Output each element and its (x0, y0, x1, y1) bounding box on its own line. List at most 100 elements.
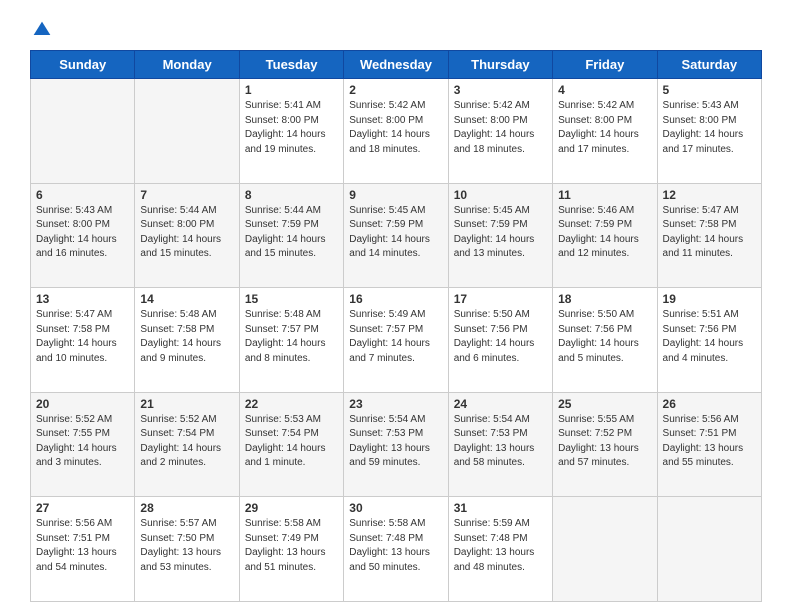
day-number: 3 (454, 83, 547, 97)
cal-cell-2-4: 9 Sunrise: 5:45 AM Sunset: 7:59 PM Daylig… (344, 183, 448, 288)
cell-info: Sunrise: 5:45 AM Sunset: 7:59 PM Dayligh… (349, 204, 442, 262)
cal-cell-5-4: 30Sunrise: 5:58 AM Sunset: 7:48 PM Dayli… (344, 497, 448, 602)
cell-info: Sunrise: 5:47 AM Sunset: 7:58 PM Dayligh… (663, 204, 756, 262)
cell-info: Sunrise: 5:44 AM Sunset: 8:00 PM Dayligh… (140, 204, 233, 262)
cal-cell-3-1: 13 Sunrise: 5:47 AM Sunset: 7:58 PM Dayli… (31, 288, 135, 393)
day-number: 12 (663, 188, 756, 202)
cell-info: Sunrise: 5:50 AM Sunset: 7:56 PM Dayligh… (558, 308, 651, 366)
day-number: 24 (454, 397, 547, 411)
cell-info: Sunrise: 5:42 AM Sunset: 8:00 PM Dayligh… (454, 99, 547, 157)
cal-cell-1-5: 3 Sunrise: 5:42 AM Sunset: 8:00 PM Daylig… (448, 79, 552, 184)
cal-cell-4-3: 22 Sunrise: 5:53 AM Sunset: 7:54 PM Dayli… (239, 392, 343, 497)
day-number: 31 (454, 501, 547, 515)
day-header-friday: Friday (553, 51, 657, 79)
cal-cell-5-7 (657, 497, 761, 602)
cal-cell-5-5: 31 Sunrise: 5:59 AM Sunset: 7:48 PM Dayli… (448, 497, 552, 602)
cell-info: Sunrise: 5:42 AM Sunset: 8:00 PM Dayligh… (558, 99, 651, 157)
day-number: 4 (558, 83, 651, 97)
cal-cell-2-3: 8 Sunrise: 5:44 AM Sunset: 7:59 PM Daylig… (239, 183, 343, 288)
day-number: 11 (558, 188, 651, 202)
cell-info: Sunrise: 5:50 AM Sunset: 7:56 PM Dayligh… (454, 308, 547, 366)
cal-cell-2-2: 7 Sunrise: 5:44 AM Sunset: 8:00 PM Daylig… (135, 183, 239, 288)
day-number: 9 (349, 188, 442, 202)
cal-cell-3-3: 15 Sunrise: 5:48 AM Sunset: 7:57 PM Dayli… (239, 288, 343, 393)
day-number: 10 (454, 188, 547, 202)
cell-info: Sunrise: 5:51 AM Sunset: 7:56 PM Dayligh… (663, 308, 756, 366)
day-number: 21 (140, 397, 233, 411)
cal-cell-3-5: 17 Sunrise: 5:50 AM Sunset: 7:56 PM Dayli… (448, 288, 552, 393)
day-header-tuesday: Tuesday (239, 51, 343, 79)
cal-cell-3-2: 14Sunrise: 5:48 AM Sunset: 7:58 PM Dayli… (135, 288, 239, 393)
cal-cell-5-1: 27Sunrise: 5:56 AM Sunset: 7:51 PM Dayli… (31, 497, 135, 602)
cal-cell-1-7: 5 Sunrise: 5:43 AM Sunset: 8:00 PM Daylig… (657, 79, 761, 184)
cal-cell-2-6: 11 Sunrise: 5:46 AM Sunset: 7:59 PM Dayli… (553, 183, 657, 288)
cal-cell-1-2 (135, 79, 239, 184)
cal-cell-4-5: 24 Sunrise: 5:54 AM Sunset: 7:53 PM Dayli… (448, 392, 552, 497)
cell-info: Sunrise: 5:57 AM Sunset: 7:50 PM Dayligh… (140, 517, 233, 575)
calendar-week-2: 6 Sunrise: 5:43 AM Sunset: 8:00 PM Daylig… (31, 183, 762, 288)
cal-cell-4-1: 20Sunrise: 5:52 AM Sunset: 7:55 PM Dayli… (31, 392, 135, 497)
day-number: 15 (245, 292, 338, 306)
calendar-week-1: 1 Sunrise: 5:41 AM Sunset: 8:00 PM Daylig… (31, 79, 762, 184)
calendar-header-row: SundayMondayTuesdayWednesdayThursdayFrid… (31, 51, 762, 79)
cal-cell-2-1: 6 Sunrise: 5:43 AM Sunset: 8:00 PM Daylig… (31, 183, 135, 288)
day-header-thursday: Thursday (448, 51, 552, 79)
day-number: 6 (36, 188, 129, 202)
cell-info: Sunrise: 5:41 AM Sunset: 8:00 PM Dayligh… (245, 99, 338, 157)
day-number: 29 (245, 501, 338, 515)
cal-cell-4-2: 21 Sunrise: 5:52 AM Sunset: 7:54 PM Dayli… (135, 392, 239, 497)
day-number: 26 (663, 397, 756, 411)
cell-info: Sunrise: 5:47 AM Sunset: 7:58 PM Dayligh… (36, 308, 129, 366)
cal-cell-1-1 (31, 79, 135, 184)
day-number: 22 (245, 397, 338, 411)
cal-cell-3-4: 16 Sunrise: 5:49 AM Sunset: 7:57 PM Dayli… (344, 288, 448, 393)
cell-info: Sunrise: 5:43 AM Sunset: 8:00 PM Dayligh… (36, 204, 129, 262)
cal-cell-4-6: 25 Sunrise: 5:55 AM Sunset: 7:52 PM Dayli… (553, 392, 657, 497)
calendar-table: SundayMondayTuesdayWednesdayThursdayFrid… (30, 50, 762, 602)
calendar-week-3: 13 Sunrise: 5:47 AM Sunset: 7:58 PM Dayli… (31, 288, 762, 393)
logo (30, 20, 52, 40)
cal-cell-1-6: 4 Sunrise: 5:42 AM Sunset: 8:00 PM Daylig… (553, 79, 657, 184)
day-header-sunday: Sunday (31, 51, 135, 79)
day-number: 13 (36, 292, 129, 306)
calendar-week-5: 27Sunrise: 5:56 AM Sunset: 7:51 PM Dayli… (31, 497, 762, 602)
logo-icon (32, 20, 52, 40)
day-number: 1 (245, 83, 338, 97)
cal-cell-5-6 (553, 497, 657, 602)
cell-info: Sunrise: 5:46 AM Sunset: 7:59 PM Dayligh… (558, 204, 651, 262)
cell-info: Sunrise: 5:48 AM Sunset: 7:58 PM Dayligh… (140, 308, 233, 366)
cell-info: Sunrise: 5:55 AM Sunset: 7:52 PM Dayligh… (558, 413, 651, 471)
cell-info: Sunrise: 5:56 AM Sunset: 7:51 PM Dayligh… (663, 413, 756, 471)
day-number: 16 (349, 292, 442, 306)
day-number: 18 (558, 292, 651, 306)
day-number: 25 (558, 397, 651, 411)
cell-info: Sunrise: 5:58 AM Sunset: 7:49 PM Dayligh… (245, 517, 338, 575)
cell-info: Sunrise: 5:58 AM Sunset: 7:48 PM Dayligh… (349, 517, 442, 575)
cell-info: Sunrise: 5:53 AM Sunset: 7:54 PM Dayligh… (245, 413, 338, 471)
day-number: 7 (140, 188, 233, 202)
cell-info: Sunrise: 5:52 AM Sunset: 7:54 PM Dayligh… (140, 413, 233, 471)
cell-info: Sunrise: 5:54 AM Sunset: 7:53 PM Dayligh… (454, 413, 547, 471)
cell-info: Sunrise: 5:49 AM Sunset: 7:57 PM Dayligh… (349, 308, 442, 366)
day-number: 5 (663, 83, 756, 97)
cell-info: Sunrise: 5:43 AM Sunset: 8:00 PM Dayligh… (663, 99, 756, 157)
day-number: 23 (349, 397, 442, 411)
cal-cell-3-6: 18 Sunrise: 5:50 AM Sunset: 7:56 PM Dayli… (553, 288, 657, 393)
page: SundayMondayTuesdayWednesdayThursdayFrid… (0, 0, 792, 612)
day-number: 19 (663, 292, 756, 306)
day-number: 8 (245, 188, 338, 202)
day-number: 20 (36, 397, 129, 411)
day-number: 17 (454, 292, 547, 306)
cell-info: Sunrise: 5:59 AM Sunset: 7:48 PM Dayligh… (454, 517, 547, 575)
cal-cell-2-5: 10Sunrise: 5:45 AM Sunset: 7:59 PM Dayli… (448, 183, 552, 288)
cal-cell-4-7: 26 Sunrise: 5:56 AM Sunset: 7:51 PM Dayli… (657, 392, 761, 497)
cell-info: Sunrise: 5:56 AM Sunset: 7:51 PM Dayligh… (36, 517, 129, 575)
cal-cell-5-2: 28Sunrise: 5:57 AM Sunset: 7:50 PM Dayli… (135, 497, 239, 602)
cell-info: Sunrise: 5:44 AM Sunset: 7:59 PM Dayligh… (245, 204, 338, 262)
cal-cell-4-4: 23Sunrise: 5:54 AM Sunset: 7:53 PM Dayli… (344, 392, 448, 497)
day-header-monday: Monday (135, 51, 239, 79)
cell-info: Sunrise: 5:48 AM Sunset: 7:57 PM Dayligh… (245, 308, 338, 366)
day-header-wednesday: Wednesday (344, 51, 448, 79)
header (30, 20, 762, 40)
cal-cell-1-4: 2Sunrise: 5:42 AM Sunset: 8:00 PM Daylig… (344, 79, 448, 184)
